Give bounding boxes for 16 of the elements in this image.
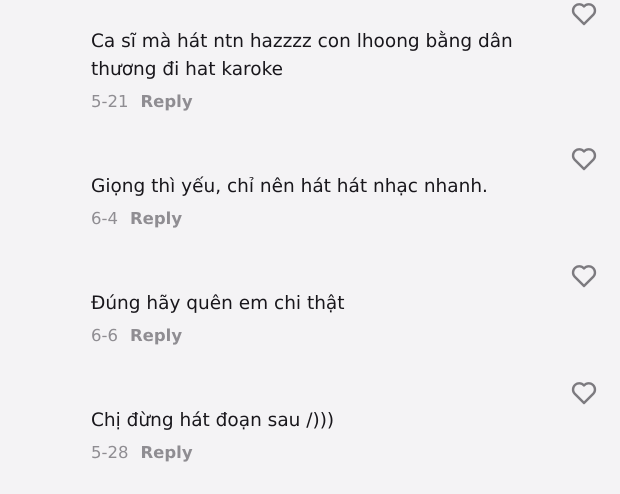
- comment-text: Chị đừng hát đoạn sau /))): [91, 409, 334, 433]
- comment-date: 6-4: [91, 208, 118, 230]
- heart-icon[interactable]: [571, 147, 597, 171]
- comment-date: 6-6: [91, 325, 118, 347]
- heart-icon[interactable]: [571, 264, 597, 288]
- comment-date: 5-21: [91, 91, 128, 113]
- reply-button[interactable]: Reply: [130, 322, 182, 350]
- reply-button[interactable]: Reply: [140, 439, 193, 467]
- comment-date: 5-28: [91, 442, 128, 464]
- reply-button[interactable]: Reply: [140, 88, 193, 116]
- heart-icon[interactable]: [571, 2, 597, 26]
- reply-button[interactable]: Reply: [130, 205, 182, 233]
- comment-text: Ca sĩ mà hát ntn hazzzz con lhoong bằng dân thương đi hat karoke: [91, 30, 514, 82]
- heart-icon[interactable]: [571, 381, 597, 405]
- comment-text: Giọng thì yếu, chỉ nên hát hát nhạc nhanh.: [91, 175, 488, 199]
- comment-text: Đúng hãy quên em chi thật: [91, 292, 345, 316]
